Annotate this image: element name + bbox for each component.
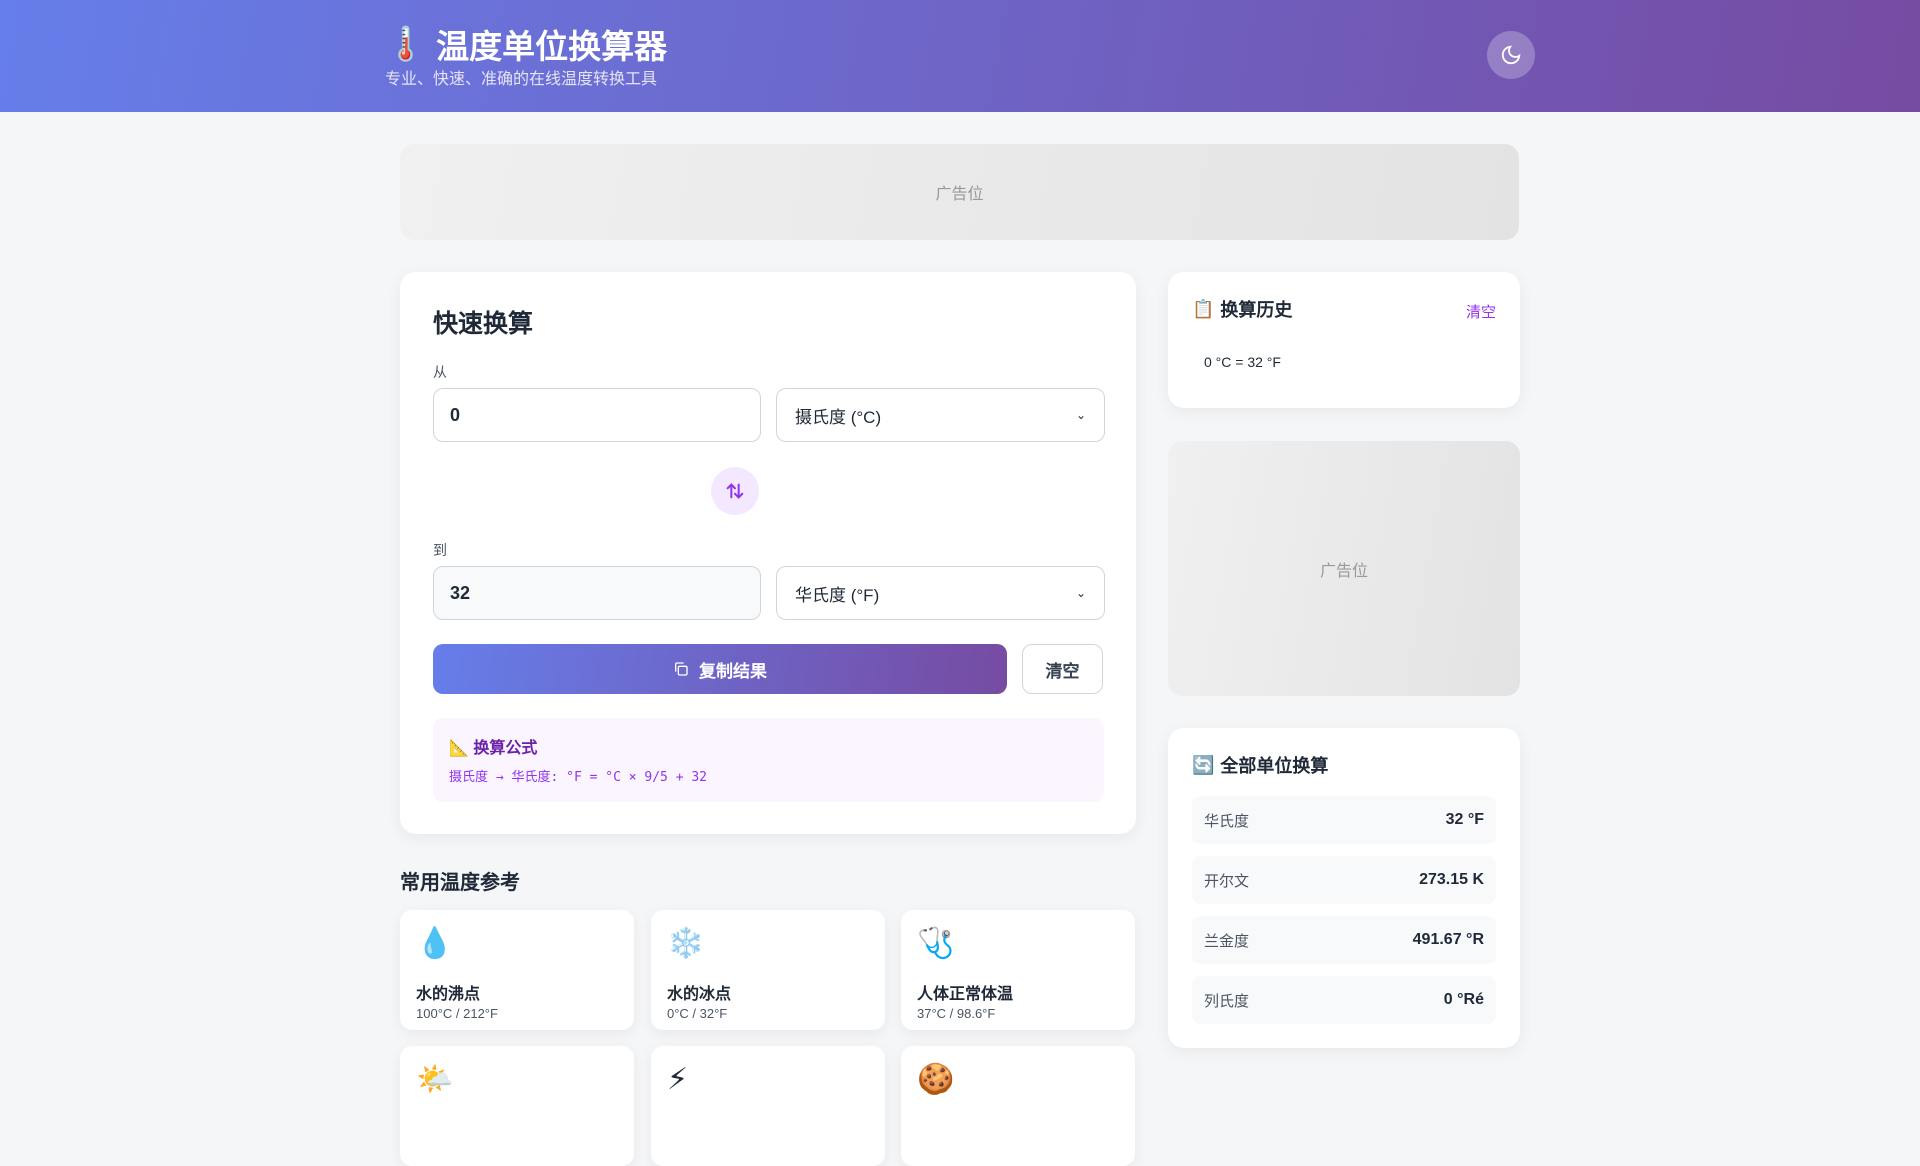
unit-row: 兰金度 491.67 °R xyxy=(1192,916,1496,964)
header: 🌡️ 温度单位换算器 专业、快速、准确的在线温度转换工具 xyxy=(0,0,1920,112)
reference-value: 0°C / 32°F xyxy=(667,1006,728,1021)
to-unit-value: 华氏度 (°F) xyxy=(795,585,880,605)
arrows-cycle-icon: 🔄 xyxy=(1192,754,1215,775)
to-unit-select[interactable]: 华氏度 (°F) ⌄ xyxy=(776,566,1105,620)
all-units-card: 🔄 全部单位换算 华氏度 32 °F 开尔文 273.15 K 兰金度 491.67 °… xyxy=(1168,728,1520,1048)
converter-card: 快速换算 从 摄氏度 (°C) ⌄ 到 华氏度 (°F) ⌄ 复制结果 清空 📐 换… xyxy=(400,272,1136,834)
reference-value: 100°C / 212°F xyxy=(416,1006,498,1021)
ad-banner-side: 广告位 xyxy=(1168,441,1520,696)
from-label: 从 xyxy=(433,364,447,380)
formula-title: 📐 换算公式 xyxy=(449,734,537,758)
app-title-text: 温度单位换算器 xyxy=(436,28,668,65)
formula-text: 摄氏度 → 华氏度: °F = °C × 9/5 + 32 xyxy=(449,770,708,785)
to-label: 到 xyxy=(433,542,447,558)
formula-title-text: 换算公式 xyxy=(473,740,538,757)
copy-result-label: 复制结果 xyxy=(699,661,767,681)
history-card: 📋 换算历史 清空 0 °C = 32 °F xyxy=(1168,272,1520,408)
history-title: 📋 换算历史 xyxy=(1192,296,1292,322)
swap-icon xyxy=(726,483,744,499)
app-subtitle: 专业、快速、准确的在线温度转换工具 xyxy=(385,71,658,88)
unit-value: 273.15 K xyxy=(1419,871,1484,888)
clipboard-icon: 📋 xyxy=(1192,298,1215,319)
unit-row: 开尔文 273.15 K xyxy=(1192,856,1496,904)
to-value-output[interactable] xyxy=(433,566,761,620)
from-unit-select[interactable]: 摄氏度 (°C) ⌄ xyxy=(776,388,1105,442)
chevron-down-icon: ⌄ xyxy=(1075,408,1086,422)
reference-card-freezing[interactable]: ❄️ 水的冰点 0°C / 32°F xyxy=(651,910,885,1030)
reference-card[interactable]: 🍪 xyxy=(901,1046,1135,1166)
from-value-input[interactable] xyxy=(433,388,761,442)
reference-card-boiling[interactable]: 💧 水的沸点 100°C / 212°F xyxy=(400,910,634,1030)
reference-name: 水的沸点 xyxy=(416,986,481,1003)
unit-row: 列氏度 0 °Ré xyxy=(1192,976,1496,1024)
triangle-ruler-icon: 📐 xyxy=(449,740,469,757)
reference-name: 水的冰点 xyxy=(667,986,732,1003)
chevron-down-icon: ⌄ xyxy=(1075,586,1086,600)
reference-card-body[interactable]: 🩺 人体正常体温 37°C / 98.6°F xyxy=(901,910,1135,1030)
droplet-icon: 💧 xyxy=(416,927,454,960)
converter-title: 快速换算 xyxy=(433,310,534,338)
reference-value: 37°C / 98.6°F xyxy=(917,1006,996,1021)
snowflake-icon: ❄️ xyxy=(667,927,705,960)
copy-icon xyxy=(675,662,688,676)
stethoscope-icon: 🩺 xyxy=(917,927,955,960)
unit-value: 0 °Ré xyxy=(1443,991,1484,1008)
reference-name: 人体正常体温 xyxy=(917,986,1014,1003)
unit-value: 491.67 °R xyxy=(1412,931,1484,948)
theme-toggle-button[interactable] xyxy=(1487,31,1535,79)
from-unit-value: 摄氏度 (°C) xyxy=(795,407,882,427)
history-title-text: 换算历史 xyxy=(1220,300,1293,320)
all-units-title-text: 全部单位换算 xyxy=(1220,756,1329,776)
unit-name: 华氏度 xyxy=(1204,812,1250,830)
thermometer-icon: 🌡️ xyxy=(385,24,427,62)
app-title: 🌡️ 温度单位换算器 xyxy=(385,20,667,68)
reference-title: 常用温度参考 xyxy=(400,872,520,894)
all-units-title: 🔄 全部单位换算 xyxy=(1192,752,1328,778)
reference-card[interactable]: ⚡ xyxy=(651,1046,885,1166)
copy-result-button[interactable]: 复制结果 xyxy=(433,644,1007,694)
reference-card[interactable]: 🌤️ xyxy=(400,1046,634,1166)
unit-value: 32 °F xyxy=(1445,811,1484,828)
swap-units-button[interactable] xyxy=(711,467,759,515)
formula-box: 📐 换算公式 摄氏度 → 华氏度: °F = °C × 9/5 + 32 xyxy=(433,718,1104,802)
unit-name: 开尔文 xyxy=(1204,872,1250,890)
unit-name: 兰金度 xyxy=(1204,932,1250,950)
moon-icon xyxy=(1501,45,1521,65)
ad-banner-top: 广告位 xyxy=(400,144,1519,240)
clear-history-link[interactable]: 清空 xyxy=(1466,301,1496,322)
unit-row: 华氏度 32 °F xyxy=(1192,796,1496,844)
unit-name: 列氏度 xyxy=(1204,992,1250,1010)
clear-button[interactable]: 清空 xyxy=(1022,644,1103,694)
history-item[interactable]: 0 °C = 32 °F xyxy=(1204,354,1281,370)
